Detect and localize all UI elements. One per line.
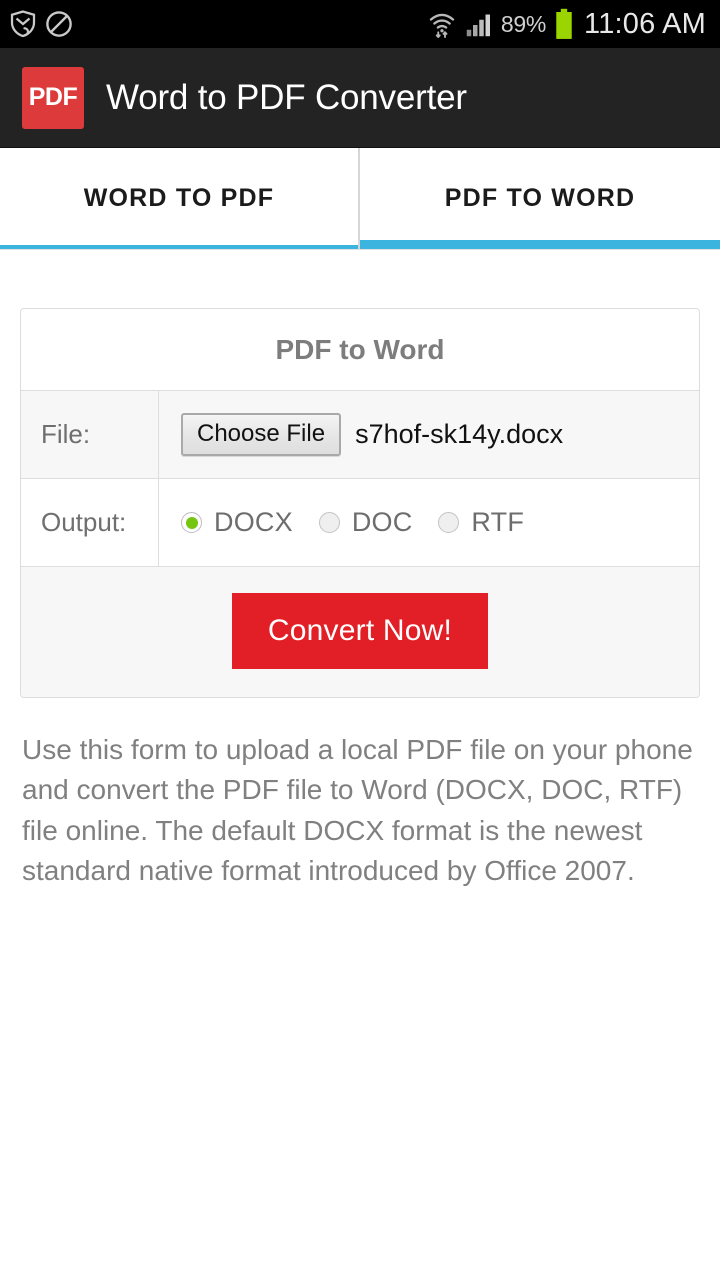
choose-file-button[interactable]: Choose File	[181, 413, 342, 456]
file-row-field: Choose File s7hof-sk14y.docx	[159, 391, 699, 478]
output-option-docx-label: DOCX	[214, 507, 293, 537]
block-icon	[46, 11, 72, 37]
wifi-transfer-icon	[429, 13, 455, 38]
file-row-label: File:	[21, 391, 159, 478]
battery-full-icon	[556, 8, 572, 39]
output-option-doc-label: DOC	[351, 507, 413, 537]
tab-pdf-to-word-indicator	[360, 240, 720, 249]
page-content: PDF to Word File: Choose File s7hof-sk14…	[0, 308, 720, 892]
output-option-docx[interactable]: DOCX	[181, 507, 293, 538]
android-status-bar: 89% 11:06 AM	[0, 0, 720, 48]
submit-row: Convert Now!	[21, 567, 699, 697]
cellular-signal-icon	[466, 14, 490, 37]
status-bar-clock: 11:06 AM	[584, 7, 706, 40]
tab-word-to-pdf-label: WORD TO PDF	[83, 184, 275, 212]
radio-rtf-icon[interactable]	[438, 512, 460, 533]
output-option-rtf[interactable]: RTF	[438, 507, 524, 538]
tab-word-to-pdf[interactable]: WORD TO PDF	[0, 148, 360, 249]
output-row-label: Output:	[21, 479, 159, 566]
battery-percent-label: 89%	[500, 10, 547, 37]
shield-call-icon	[10, 10, 36, 38]
tab-bar: WORD TO PDF PDF TO WORD	[0, 148, 720, 250]
app-title: Word to PDF Converter	[106, 77, 467, 117]
pdf-app-logo-icon: PDF	[22, 66, 84, 129]
tab-pdf-to-word[interactable]: PDF TO WORD	[360, 148, 720, 249]
output-row-field: DOCX DOC RTF	[159, 479, 699, 566]
form-description-text: Use this form to upload a local PDF file…	[22, 734, 693, 886]
radio-doc-icon[interactable]	[318, 512, 340, 533]
pdf-logo-label: PDF	[28, 83, 78, 111]
tab-pdf-to-word-label: PDF TO WORD	[444, 184, 636, 212]
output-format-radio-group: DOCX DOC RTF	[181, 507, 550, 538]
convert-now-button[interactable]: Convert Now!	[231, 593, 489, 669]
selected-file-name: s7hof-sk14y.docx	[355, 419, 564, 449]
file-row: File: Choose File s7hof-sk14y.docx	[21, 391, 699, 479]
output-option-rtf-label: RTF	[471, 507, 525, 537]
status-bar-notification-icons	[8, 9, 74, 39]
tab-word-to-pdf-indicator	[0, 245, 358, 249]
radio-docx-icon[interactable]	[181, 512, 202, 533]
card-title: PDF to Word	[21, 309, 699, 391]
status-bar-system-icons: 89% 11:06 AM	[427, 8, 706, 41]
output-row: Output: DOCX DOC RTF	[21, 479, 699, 567]
output-option-doc[interactable]: DOC	[318, 507, 413, 538]
conversion-form-card: PDF to Word File: Choose File s7hof-sk14…	[20, 308, 700, 698]
app-header: PDF Word to PDF Converter	[0, 48, 720, 148]
